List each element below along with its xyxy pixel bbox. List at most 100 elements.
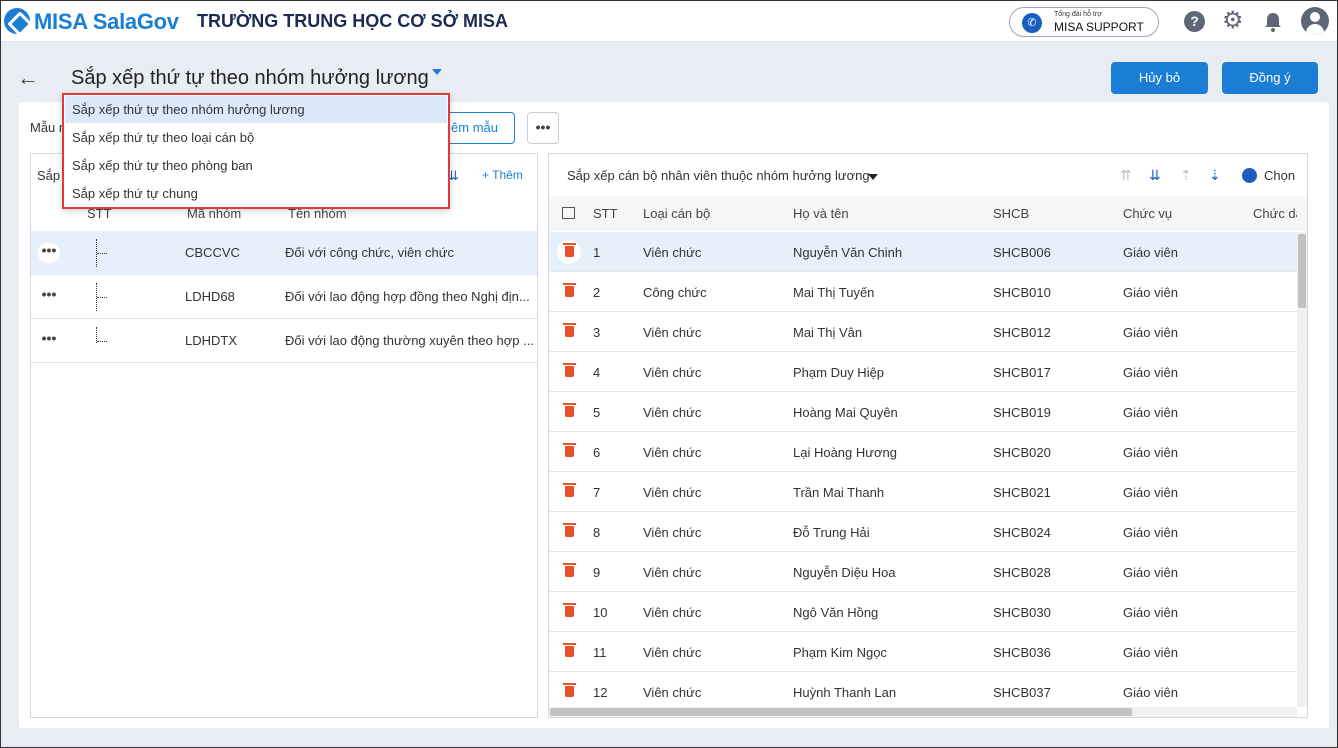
table-row[interactable]: ••• LDHD68 Đối với lao động hợp đồng the… — [31, 275, 537, 319]
row-shcb: SHCB012 — [993, 325, 1051, 340]
row-shcb: SHCB021 — [993, 485, 1051, 500]
delete-row-button[interactable] — [557, 560, 581, 584]
help-icon[interactable]: ? — [1184, 11, 1205, 32]
delete-row-button[interactable] — [557, 480, 581, 504]
choose-button[interactable]: Chọn — [1264, 168, 1295, 183]
support-caption: Tổng đài hỗ trợ — [1054, 11, 1102, 18]
dropdown-item-by-staff-type[interactable]: Sắp xếp thứ tự theo loại cán bộ — [65, 124, 447, 151]
row-fullname: Đỗ Trung Hải — [793, 525, 870, 540]
group-name: Đối với lao động hợp đồng theo Nghị địn.… — [285, 289, 530, 304]
table-row[interactable]: 3 Viên chức Mai Thị Vân SHCB012 Giáo viên — [549, 312, 1297, 352]
row-fullname: Nguyễn Diệu Hoa — [793, 565, 896, 580]
delete-row-button[interactable] — [557, 640, 581, 664]
bell-icon[interactable] — [1263, 11, 1283, 33]
cancel-button[interactable]: Hủy bỏ — [1111, 62, 1208, 94]
group-name: Đối với công chức, viên chức — [285, 245, 454, 260]
move-up-icon[interactable]: ⇡ — [1180, 167, 1192, 184]
page-title[interactable]: Sắp xếp thứ tự theo nhóm hưởng lương — [71, 67, 429, 90]
row-staff-type: Viên chức — [643, 565, 702, 580]
row-stt: 6 — [593, 445, 601, 460]
row-shcb: SHCB030 — [993, 605, 1051, 620]
tree-line — [97, 253, 107, 254]
table-row[interactable]: 7 Viên chức Trần Mai Thanh SHCB021 Giáo viên — [549, 472, 1297, 512]
delete-row-button[interactable] — [557, 320, 581, 344]
add-group-button[interactable]: + Thêm — [482, 168, 523, 182]
dropdown-item-by-department[interactable]: Sắp xếp thứ tự theo phòng ban — [65, 152, 447, 179]
row-staff-type: Viên chức — [643, 365, 702, 380]
row-shcb: SHCB020 — [993, 445, 1051, 460]
ok-button[interactable]: Đồng ý — [1222, 62, 1318, 94]
table-row[interactable]: 12 Viên chức Huỳnh Thanh Lan SHCB037 Giáo vi… — [549, 672, 1297, 707]
phone-icon: ✆ — [1022, 13, 1042, 33]
table-row[interactable]: 8 Viên chức Đỗ Trung Hải SHCB024 Giáo viên — [549, 512, 1297, 552]
delete-row-button[interactable] — [557, 600, 581, 624]
more-options-button[interactable]: ••• — [527, 112, 559, 144]
row-position: Giáo viên — [1123, 325, 1178, 340]
table-row[interactable]: 2 Công chức Mai Thị Tuyến SHCB010 Giáo viên — [549, 272, 1297, 312]
move-down-icon[interactable]: ⇊ — [1149, 167, 1161, 184]
row-position: Giáo viên — [1123, 285, 1178, 300]
chevron-down-icon[interactable] — [432, 69, 442, 75]
column-settings-icon[interactable] — [562, 207, 575, 219]
trash-icon — [563, 643, 576, 657]
support-button[interactable]: ✆ Tổng đài hỗ trợ MISA SUPPORT — [1009, 7, 1159, 37]
row-menu-button[interactable]: ••• — [38, 243, 60, 263]
row-fullname: Trần Mai Thanh — [793, 485, 885, 500]
row-stt: 10 — [593, 605, 608, 620]
table-row[interactable]: 6 Viên chức Lại Hoàng Hương SHCB020 Giáo viê… — [549, 432, 1297, 472]
table-row[interactable]: 11 Viên chức Phạm Kim Ngọc SHCB036 Giáo viên — [549, 632, 1297, 672]
row-position: Giáo viên — [1123, 245, 1178, 260]
row-staff-type: Viên chức — [643, 605, 702, 620]
school-name: TRƯỜNG TRUNG HỌC CƠ SỞ MISA — [197, 11, 508, 31]
trash-icon — [563, 603, 576, 617]
column-header-type: Loại cán bộ — [643, 206, 711, 221]
vertical-scroll-thumb[interactable] — [1298, 234, 1306, 308]
column-header-stt: STT — [593, 206, 618, 221]
table-row[interactable]: 10 Viên chức Ngô Văn Hồng SHCB030 Giáo viên — [549, 592, 1297, 632]
app-logo-text[interactable]: MISA SalaGov — [34, 9, 179, 35]
delete-row-button[interactable] — [557, 680, 581, 704]
row-fullname: Mai Thị Vân — [793, 325, 863, 340]
row-fullname: Phạm Duy Hiệp — [793, 365, 885, 380]
row-stt: 4 — [593, 365, 601, 380]
trash-icon — [563, 363, 576, 377]
delete-row-button[interactable] — [557, 280, 581, 304]
table-row[interactable]: 5 Viên chức Hoàng Mai Quyên SHCB019 Giáo viê… — [549, 392, 1297, 432]
row-stt: 8 — [593, 525, 601, 540]
row-position: Giáo viên — [1123, 565, 1178, 580]
tree-line — [97, 297, 107, 298]
column-header-shcb: SHCB — [993, 206, 1030, 221]
table-row[interactable]: 1 Viên chức Nguyễn Văn Chinh SHCB006 Giáo vi… — [549, 232, 1297, 272]
row-menu-button[interactable]: ••• — [38, 331, 60, 351]
column-header-fullname: Họ và tên — [793, 206, 849, 221]
table-row[interactable]: ••• LDHDTX Đối với lao động thường xuyên… — [31, 319, 537, 363]
table-row[interactable]: 4 Viên chức Phạm Duy Hiệp SHCB017 Giáo viên — [549, 352, 1297, 392]
delete-row-button[interactable] — [557, 520, 581, 544]
horizontal-scroll-thumb[interactable] — [550, 708, 1132, 716]
user-avatar-icon[interactable] — [1301, 7, 1329, 35]
row-staff-type: Viên chức — [643, 685, 702, 700]
row-staff-type: Công chức — [643, 285, 707, 300]
row-stt: 1 — [593, 245, 601, 260]
move-top-icon[interactable]: ⇈ — [1120, 167, 1132, 184]
move-bottom-icon[interactable]: ⇣ — [1209, 167, 1221, 184]
table-row[interactable]: ••• CBCCVC Đối với công chức, viên chức — [31, 231, 537, 275]
delete-row-button[interactable] — [557, 360, 581, 384]
row-fullname: Phạm Kim Ngọc — [793, 645, 887, 660]
employee-grid-title[interactable]: Sắp xếp cán bộ nhân viên thuộc nhóm hưởn… — [567, 168, 870, 183]
misa-logo-icon — [4, 8, 30, 34]
row-position: Giáo viên — [1123, 365, 1178, 380]
column-header-title: Chức dan — [1253, 206, 1297, 221]
chevron-down-icon[interactable] — [868, 174, 878, 180]
delete-row-button[interactable] — [557, 240, 581, 264]
table-row[interactable]: 9 Viên chức Nguyễn Diệu Hoa SHCB028 Giáo viê… — [549, 552, 1297, 592]
dropdown-item-general[interactable]: Sắp xếp thứ tự chung — [65, 180, 447, 207]
back-arrow-icon[interactable]: ← — [17, 65, 39, 91]
delete-row-button[interactable] — [557, 440, 581, 464]
delete-row-button[interactable] — [557, 400, 581, 424]
row-stt: 9 — [593, 565, 601, 580]
gear-icon[interactable]: ⚙ — [1222, 8, 1244, 34]
dropdown-item-by-salary-group[interactable]: Sắp xếp thứ tự theo nhóm hưởng lương — [65, 96, 447, 123]
row-menu-button[interactable]: ••• — [38, 287, 60, 307]
choose-user-icon[interactable] — [1242, 168, 1257, 183]
